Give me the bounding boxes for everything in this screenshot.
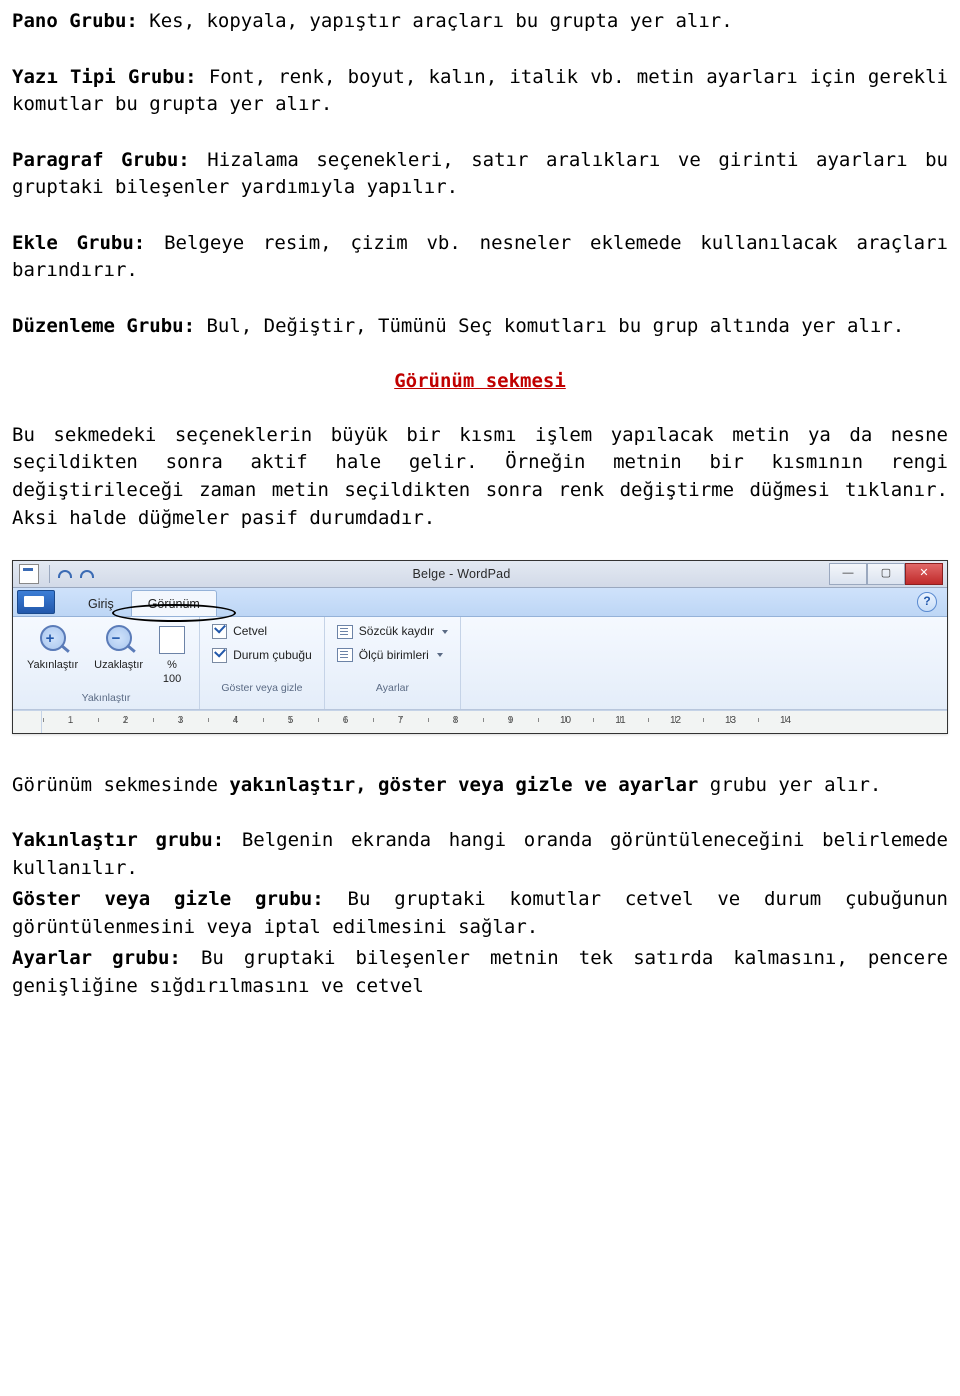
text-ekle: Belgeye resim, çizim vb. nesneler ekleme…	[12, 232, 948, 282]
zoom-out-icon: −	[102, 623, 136, 657]
zoom-100-button[interactable]: % 100	[153, 621, 191, 687]
label-pano: Pano Grubu:	[12, 10, 138, 32]
ruler-tick: 10	[538, 714, 593, 729]
label-cetvel: Cetvel	[233, 623, 267, 640]
checkbox-cetvel[interactable]	[212, 624, 227, 639]
file-menu-button[interactable]	[17, 590, 55, 614]
ruler-tick: 1	[43, 714, 98, 729]
app-icon[interactable]	[19, 564, 39, 584]
minimize-button[interactable]: —	[829, 563, 867, 585]
checkbox-cetvel-row[interactable]: Cetvel	[208, 621, 316, 642]
undo-icon[interactable]	[56, 566, 72, 582]
qat-separator	[49, 565, 50, 583]
zoom-out-label: Uzaklaştır	[94, 659, 143, 671]
zoom-100-label-b: 100	[163, 673, 181, 685]
units-icon	[337, 648, 353, 662]
label-yazi: Yazı Tipi Grubu:	[12, 66, 197, 88]
para-ayarlar: Ayarlar grubu: Bu gruptaki bileşenler me…	[12, 945, 948, 1000]
chevron-down-icon	[442, 630, 448, 634]
group-label-yakin: Yakınlaştır	[82, 691, 131, 706]
ruler-tick: 5	[263, 714, 318, 729]
wordpad-window: Belge - WordPad — ▢ ✕ Giriş Görünüm ? +	[12, 560, 948, 733]
ruler-tick: 13	[703, 714, 758, 729]
para-duzenleme: Düzenleme Grubu: Bul, Değiştir, Tümünü S…	[12, 313, 948, 341]
label-ayarlar-grubu: Ayarlar grubu:	[12, 947, 181, 969]
page-icon	[159, 626, 185, 654]
label-wrap: Sözcük kaydır	[359, 623, 434, 640]
para-goster: Göster veya gizle grubu: Bu gruptaki kom…	[12, 886, 948, 941]
text-body2b: yakınlaştır, göster veya gizle ve ayarla…	[229, 774, 698, 796]
para-gorunum-body: Bu sekmedeki seçeneklerin büyük bir kısm…	[12, 422, 948, 532]
group-label-goster: Göster veya gizle	[221, 681, 302, 696]
ruler-tick: 4	[208, 714, 263, 729]
titlebar[interactable]: Belge - WordPad — ▢ ✕	[13, 561, 947, 588]
zoom-100-label-a: %	[167, 659, 177, 671]
ruler-corner	[13, 711, 42, 733]
para-yakin: Yakınlaştır grubu: Belgenin ekranda hang…	[12, 827, 948, 882]
ruler-tick: 6	[318, 714, 373, 729]
quick-access-toolbar	[56, 566, 94, 582]
window-buttons: — ▢ ✕	[829, 563, 943, 585]
window-title: Belge - WordPad	[94, 565, 829, 583]
ruler-tick: 14	[758, 714, 813, 729]
label-ekle: Ekle Grubu:	[12, 232, 145, 254]
label-yakin-grubu: Yakınlaştır grubu:	[12, 829, 224, 851]
ruler-tick: 3	[153, 714, 208, 729]
tab-gorunum[interactable]: Görünüm	[131, 590, 217, 616]
word-wrap-button[interactable]: Sözcük kaydır	[333, 621, 452, 642]
label-duzenleme: Düzenleme Grubu:	[12, 315, 195, 337]
ruler-tick: 8	[428, 714, 483, 729]
text-body2c: grubu yer alır.	[698, 774, 881, 796]
close-button[interactable]: ✕	[905, 563, 943, 585]
help-button[interactable]: ?	[917, 592, 937, 612]
para-pano: Pano Grubu: Kes, kopyala, yapıştır araçl…	[12, 8, 948, 36]
group-label-ayarlar: Ayarlar	[376, 681, 409, 696]
zoom-in-icon: +	[36, 623, 70, 657]
label-goster-grubu: Göster veya gizle grubu:	[12, 888, 324, 910]
para-yazi: Yazı Tipi Grubu: Font, renk, boyut, kalı…	[12, 64, 948, 119]
ruler-tick: 11	[593, 714, 648, 729]
word-wrap-icon	[337, 625, 353, 639]
zoom-in-label: Yakınlaştır	[27, 659, 78, 671]
ruler-tick: 9	[483, 714, 538, 729]
checkbox-durum-row[interactable]: Durum çubuğu	[208, 645, 316, 666]
maximize-button[interactable]: ▢	[867, 563, 905, 585]
ruler-track: 1234567891011121314	[43, 711, 947, 733]
ruler-tick: 2	[98, 714, 153, 729]
para-gorunum-summary: Görünüm sekmesinde yakınlaştır, göster v…	[12, 772, 948, 800]
group-yakin: + Yakınlaştır − Uzaklaştır	[13, 617, 200, 708]
zoom-in-button[interactable]: + Yakınlaştır	[21, 621, 84, 673]
ribbon: + Yakınlaştır − Uzaklaştır	[13, 617, 947, 709]
document-page: Pano Grubu: Kes, kopyala, yapıştır araçl…	[0, 0, 960, 1012]
group-ayarlar: Sözcük kaydır Ölçü birimleri Ayarlar	[325, 617, 461, 708]
para-paragraf: Paragraf Grubu: Hizalama seçenekleri, sa…	[12, 147, 948, 202]
tab-strip: Giriş Görünüm ?	[13, 588, 947, 617]
chevron-down-icon	[437, 653, 443, 657]
ruler-tick: 12	[648, 714, 703, 729]
ruler[interactable]: 1234567891011121314	[13, 710, 947, 733]
group-goster: Cetvel Durum çubuğu Göster veya gizle	[200, 617, 325, 708]
label-durum: Durum çubuğu	[233, 647, 312, 664]
para-ekle: Ekle Grubu: Belgeye resim, çizim vb. nes…	[12, 230, 948, 285]
label-paragraf: Paragraf Grubu:	[12, 149, 190, 171]
redo-icon[interactable]	[78, 566, 94, 582]
zoom-out-button[interactable]: − Uzaklaştır	[88, 621, 149, 673]
section-heading-gorunum: Görünüm sekmesi	[12, 368, 948, 396]
text-body2a: Görünüm sekmesinde	[12, 774, 229, 796]
text-pano: Kes, kopyala, yapıştır araçları bu grupt…	[138, 10, 733, 32]
checkbox-durum[interactable]	[212, 648, 227, 663]
measurement-units-button[interactable]: Ölçü birimleri	[333, 645, 452, 666]
tab-giris[interactable]: Giriş	[71, 590, 131, 616]
label-units: Ölçü birimleri	[359, 647, 429, 664]
ruler-tick: 7	[373, 714, 428, 729]
text-duzenleme: Bul, Değiştir, Tümünü Seç komutları bu g…	[195, 315, 904, 337]
